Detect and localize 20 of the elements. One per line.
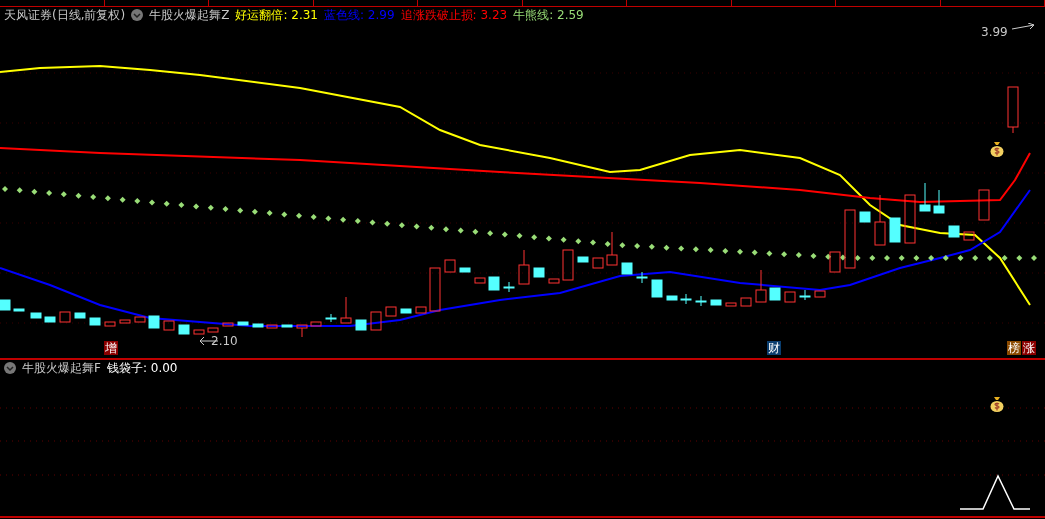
signal-line bbox=[959, 474, 1031, 510]
money-bag-icon bbox=[990, 396, 1004, 412]
dropdown-icon[interactable] bbox=[131, 9, 144, 21]
legend-value: 追涨跌破止损: 3.23 bbox=[400, 6, 508, 24]
pointer-arrow bbox=[1011, 23, 1035, 30]
event-marker[interactable]: 增 bbox=[104, 341, 118, 355]
legend-value: 牛熊线: 2.59 bbox=[513, 6, 584, 24]
event-marker[interactable]: 财 bbox=[767, 341, 781, 355]
indicator-name: 牛股火爆起舞Z bbox=[149, 6, 230, 24]
legend-value: 蓝色线: 2.99 bbox=[324, 6, 395, 24]
indicator-name: 牛股火爆起舞F bbox=[22, 359, 101, 377]
legend-value: 钱袋子: 0.00 bbox=[106, 359, 178, 377]
dropdown-icon[interactable] bbox=[4, 362, 16, 374]
stock-title: 天风证券(日线,前复权) bbox=[4, 6, 126, 24]
event-marker[interactable]: 涨 bbox=[1022, 341, 1036, 355]
event-marker[interactable]: 榜 bbox=[1007, 341, 1021, 355]
high-price-label: 3.99 bbox=[981, 25, 1008, 39]
low-price-label: 2.10 bbox=[211, 334, 238, 348]
legend-value: 好运翻倍: 2.31 bbox=[235, 6, 318, 24]
money-bag-icon bbox=[990, 141, 1004, 157]
